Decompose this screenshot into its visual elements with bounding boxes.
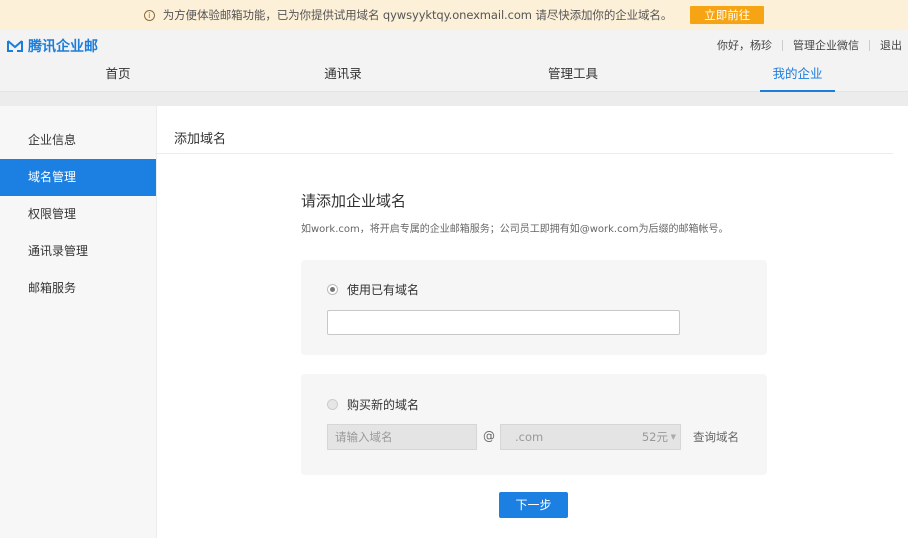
- divider: [782, 39, 783, 51]
- brand-logo[interactable]: 腾讯企业邮: [6, 36, 98, 56]
- chevron-down-icon: ▼: [670, 433, 676, 441]
- notice-text: 为方便体验邮箱功能，已为你提供试用域名 qywsyyktqy.onexmail.…: [162, 8, 673, 22]
- existing-domain-radio[interactable]: [327, 284, 338, 295]
- sidebar-item-contacts-management[interactable]: 通讯录管理: [0, 233, 156, 270]
- next-step-button[interactable]: 下一步: [499, 492, 568, 518]
- tab-my-company[interactable]: 我的企业: [760, 58, 835, 92]
- buy-domain-label: 购买新的域名: [347, 398, 420, 412]
- sidebar-item-domain-management[interactable]: 域名管理: [0, 159, 156, 196]
- tld-select[interactable]: .com 52元 ▼: [500, 424, 681, 450]
- manage-wechat-link[interactable]: 管理企业微信: [793, 37, 859, 53]
- user-links: 你好，杨珍 管理企业微信 退出: [717, 37, 902, 53]
- info-circle-icon: i: [143, 9, 155, 21]
- sidebar-item-company-info[interactable]: 企业信息: [0, 122, 156, 159]
- sidebar: 企业信息 域名管理 权限管理 通讯录管理 邮箱服务: [0, 106, 157, 538]
- section-heading: 请添加企业域名: [301, 192, 407, 210]
- buy-domain-panel: 购买新的域名 请输入域名 @ .com 52元 ▼ 查询域名: [301, 374, 767, 475]
- divider: [869, 39, 870, 51]
- buy-domain-radio[interactable]: [327, 399, 338, 410]
- title-divider: [157, 153, 893, 154]
- brand-name: 腾讯企业邮: [28, 39, 98, 55]
- existing-domain-option[interactable]: 使用已有域名: [327, 281, 419, 298]
- buy-domain-option[interactable]: 购买新的域名: [327, 396, 419, 413]
- logout-link[interactable]: 退出: [880, 37, 902, 53]
- main-nav: 首页 通讯录 管理工具 我的企业: [0, 58, 908, 92]
- query-domain-link[interactable]: 查询域名: [693, 429, 739, 445]
- tab-contacts[interactable]: 通讯录: [308, 58, 378, 92]
- nav-gap: [0, 92, 908, 106]
- new-domain-input[interactable]: 请输入域名: [327, 424, 477, 450]
- tab-admin-tools[interactable]: 管理工具: [533, 58, 613, 92]
- page-title: 添加域名: [174, 132, 227, 147]
- greeting: 你好，杨珍: [717, 39, 772, 52]
- section-description: 如work.com，将开启专属的企业邮箱服务；公司员工即拥有如@work.com…: [301, 224, 729, 235]
- existing-domain-label: 使用已有域名: [347, 283, 420, 297]
- at-sign: @: [483, 429, 495, 443]
- existing-domain-input[interactable]: [327, 310, 680, 335]
- existing-domain-panel: 使用已有域名: [301, 260, 767, 355]
- top-header: 腾讯企业邮 你好，杨珍 管理企业微信 退出: [0, 30, 908, 58]
- main-content: 添加域名 请添加企业域名 如work.com，将开启专属的企业邮箱服务；公司员工…: [157, 106, 908, 538]
- sidebar-item-permissions[interactable]: 权限管理: [0, 196, 156, 233]
- tld-value: .com: [515, 430, 544, 444]
- sidebar-item-mail-service[interactable]: 邮箱服务: [0, 270, 156, 307]
- trial-domain-notice: i 为方便体验邮箱功能，已为你提供试用域名 qywsyyktqy.onexmai…: [0, 0, 908, 30]
- tab-home[interactable]: 首页: [83, 58, 153, 92]
- tld-price: 52元: [641, 430, 668, 444]
- tencent-mail-logo-icon: [7, 40, 23, 52]
- go-now-button[interactable]: 立即前往: [690, 6, 765, 24]
